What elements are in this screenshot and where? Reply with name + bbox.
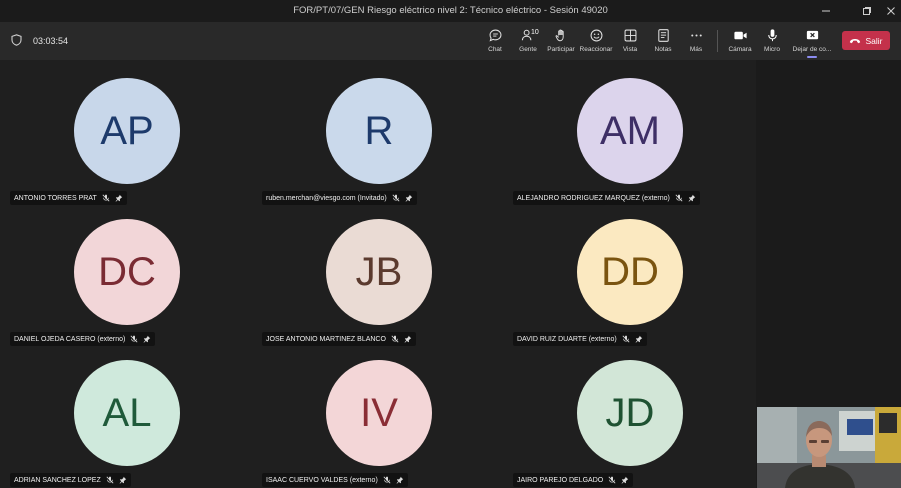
participant-tile[interactable]: JB JOSE ANTONIO MARTINEZ BLANCO bbox=[254, 201, 506, 346]
participant-tile[interactable]: AL ADRIAN SANCHEZ LOPEZ bbox=[2, 342, 254, 487]
participant-avatar: IV bbox=[326, 360, 432, 466]
participant-initials: IV bbox=[360, 390, 398, 435]
stop-share-icon bbox=[806, 30, 818, 40]
more-dots-icon bbox=[690, 34, 702, 37]
notes-label: Notas bbox=[654, 46, 672, 53]
participant-avatar: JB bbox=[326, 219, 432, 325]
people-button[interactable]: 10 Gente bbox=[511, 26, 545, 58]
participant-tile[interactable]: AP ANTONIO TORRES PRAT bbox=[2, 60, 254, 205]
leave-button[interactable]: Salir bbox=[842, 31, 890, 50]
microphone-icon bbox=[767, 29, 777, 42]
participant-initials: DD bbox=[601, 249, 659, 294]
participant-name: ADRIAN SANCHEZ LOPEZ bbox=[14, 476, 101, 484]
raise-hand-label: Participar bbox=[547, 46, 575, 53]
mic-off-icon bbox=[608, 476, 616, 484]
notes-icon bbox=[657, 29, 669, 42]
participant-initials: AL bbox=[102, 390, 152, 435]
close-icon bbox=[887, 7, 895, 15]
participant-nameplate: JAIRO PAREJO DELGADO bbox=[513, 473, 634, 487]
participant-avatar: DC bbox=[74, 219, 180, 325]
self-view-video[interactable] bbox=[757, 407, 901, 488]
camera-icon bbox=[733, 31, 747, 40]
window-title: FOR/PT/07/GEN Riesgo eléctrico nivel 2: … bbox=[293, 5, 608, 16]
mic-off-icon bbox=[106, 476, 114, 484]
notes-button[interactable]: Notas bbox=[646, 26, 680, 58]
chat-icon bbox=[489, 29, 501, 42]
camera-button[interactable]: Cámara bbox=[723, 26, 757, 58]
view-label: Vista bbox=[622, 46, 638, 53]
pin-icon[interactable] bbox=[621, 476, 629, 484]
participant-initials: AM bbox=[600, 108, 660, 153]
smiley-icon bbox=[590, 29, 602, 42]
more-button[interactable]: Más bbox=[679, 26, 713, 58]
stop-sharing-label: Dejar de co... bbox=[792, 46, 832, 53]
participant-tile[interactable]: JD JAIRO PAREJO DELGADO bbox=[505, 342, 757, 487]
toolbar-divider bbox=[717, 30, 718, 52]
leave-label: Salir bbox=[865, 35, 883, 46]
stop-sharing-button[interactable]: Dejar de co... bbox=[790, 26, 834, 58]
grid-view-icon bbox=[624, 29, 636, 42]
meeting-timer: 03:03:54 bbox=[33, 36, 69, 46]
participant-tile[interactable]: AM ALEJANDRO RODRIGUEZ MARQUEZ (externo) bbox=[505, 60, 757, 205]
hand-icon bbox=[555, 29, 564, 42]
more-label: Más bbox=[689, 46, 703, 53]
participant-initials: AP bbox=[100, 108, 154, 153]
mic-off-icon bbox=[383, 476, 391, 484]
hangup-icon bbox=[850, 38, 861, 43]
participant-tile[interactable]: DC DANIEL OJEDA CASERO (externo) bbox=[2, 201, 254, 346]
mic-button[interactable]: Micro bbox=[755, 26, 789, 58]
meeting-toolbar: 03:03:54 Chat 10 Gente Participar Reacci… bbox=[0, 22, 901, 60]
participant-initials: DC bbox=[98, 249, 156, 294]
react-label: Reaccionar bbox=[579, 46, 613, 53]
participant-avatar: AL bbox=[74, 360, 180, 466]
restore-icon bbox=[863, 7, 871, 15]
sharing-indicator bbox=[807, 56, 817, 58]
title-bar: FOR/PT/07/GEN Riesgo eléctrico nivel 2: … bbox=[0, 0, 901, 22]
participant-initials: JB bbox=[355, 249, 403, 294]
participant-nameplate: ADRIAN SANCHEZ LOPEZ bbox=[10, 473, 131, 487]
people-count: 10 bbox=[531, 29, 539, 36]
mic-label: Micro bbox=[764, 46, 780, 53]
people-label: Gente bbox=[519, 46, 537, 53]
chat-button[interactable]: Chat bbox=[478, 26, 512, 58]
close-button[interactable] bbox=[876, 0, 901, 22]
participant-avatar: R bbox=[326, 78, 432, 184]
participant-avatar: AM bbox=[577, 78, 683, 184]
participant-avatar: AP bbox=[74, 78, 180, 184]
minimize-icon bbox=[822, 10, 830, 12]
minimize-button[interactable] bbox=[811, 0, 841, 22]
participant-name: ISAAC CUERVO VALDES (externo) bbox=[266, 476, 378, 484]
view-button[interactable]: Vista bbox=[613, 26, 647, 58]
participant-name: JAIRO PAREJO DELGADO bbox=[517, 476, 604, 484]
participant-tile[interactable]: Rruben.merchan@viesgo.com (Invitado) bbox=[254, 60, 506, 205]
camera-label: Cámara bbox=[728, 46, 752, 53]
participant-avatar: DD bbox=[577, 219, 683, 325]
participant-avatar: JD bbox=[577, 360, 683, 466]
participant-initials: R bbox=[364, 108, 394, 153]
participant-nameplate: ISAAC CUERVO VALDES (externo) bbox=[262, 473, 408, 487]
self-video-image bbox=[757, 407, 901, 488]
participant-initials: JD bbox=[605, 390, 655, 435]
react-button[interactable]: Reaccionar bbox=[579, 26, 613, 58]
raise-hand-button[interactable]: Participar bbox=[544, 26, 578, 58]
participant-tile[interactable]: DD DAVID RUIZ DUARTE (externo) bbox=[505, 201, 757, 346]
shield-icon bbox=[11, 34, 22, 46]
pin-icon[interactable] bbox=[396, 476, 404, 484]
chat-label: Chat bbox=[488, 46, 502, 53]
participant-tile[interactable]: IV ISAAC CUERVO VALDES (externo) bbox=[254, 342, 506, 487]
pin-icon[interactable] bbox=[119, 476, 127, 484]
